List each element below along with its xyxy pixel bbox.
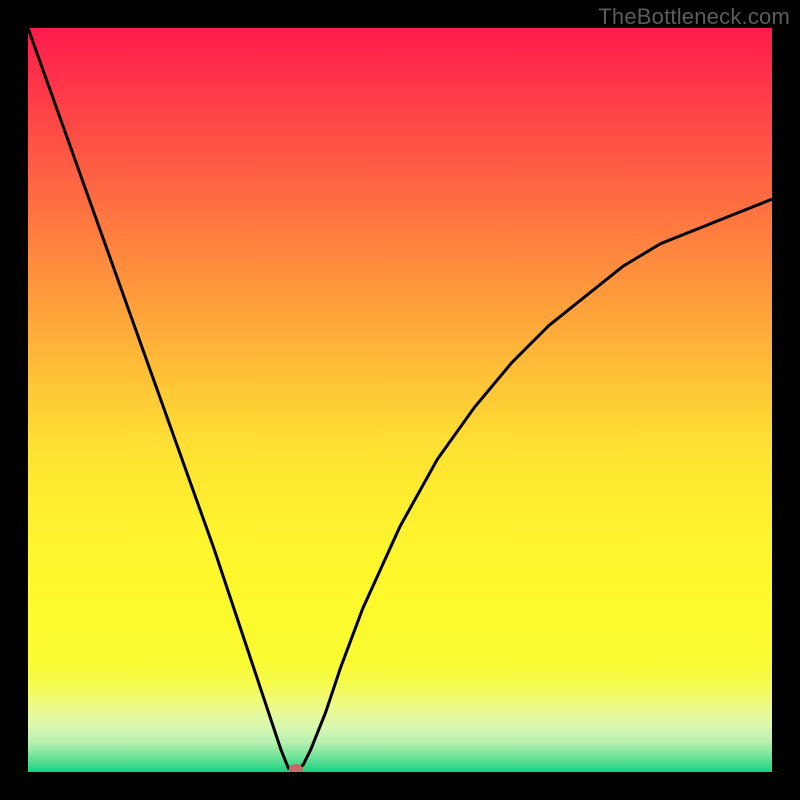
chart-svg bbox=[28, 28, 772, 772]
chart-frame: TheBottleneck.com bbox=[0, 0, 800, 800]
plot-area bbox=[28, 28, 772, 772]
gradient-background bbox=[28, 28, 772, 772]
watermark-text: TheBottleneck.com bbox=[598, 4, 790, 30]
